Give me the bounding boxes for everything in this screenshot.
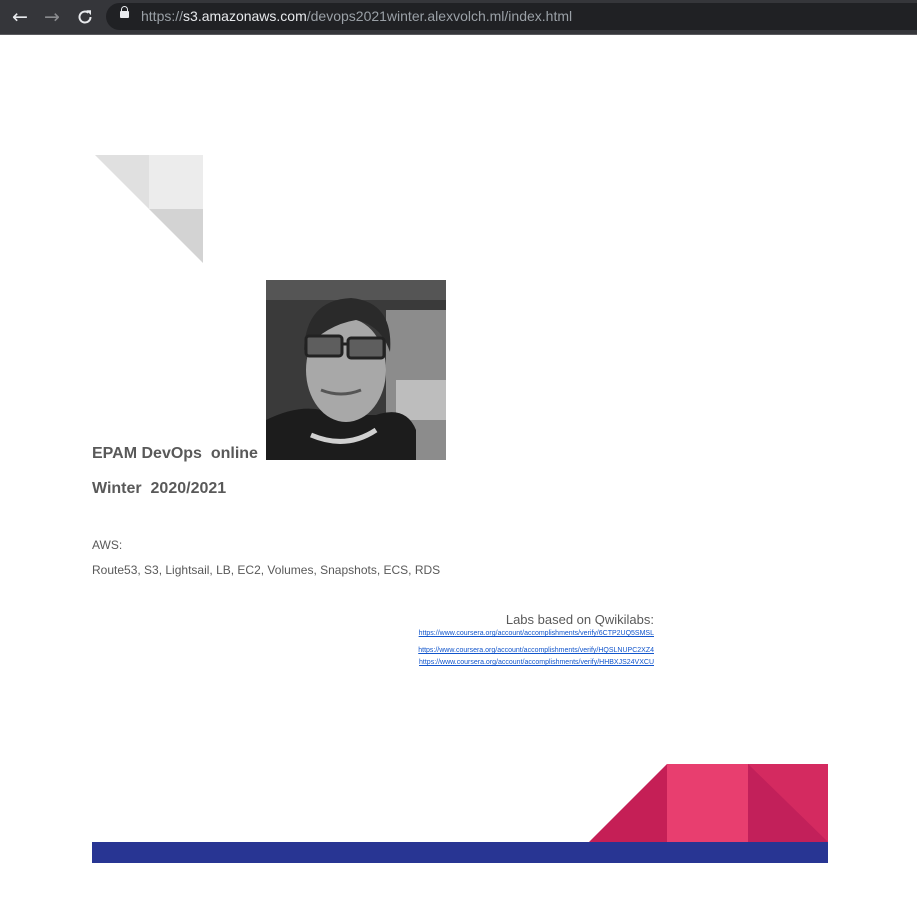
- page-subtitle: Winter 2020/2021: [92, 480, 227, 497]
- footer-bar: [92, 842, 828, 863]
- decorative-triangles-top-left: [95, 155, 203, 263]
- page-title: EPAM DevOps online: [92, 445, 258, 462]
- profile-photo: [266, 280, 446, 460]
- reload-button[interactable]: [75, 7, 95, 27]
- url-text[interactable]: https://s3.amazonaws.com/devops2021winte…: [141, 8, 572, 24]
- lab-link[interactable]: https://www.coursera.org/account/accompl…: [419, 630, 654, 637]
- arrow-right-icon: →: [44, 6, 60, 28]
- forward-button[interactable]: →: [42, 7, 62, 27]
- back-button[interactable]: ←: [10, 7, 30, 27]
- arrow-left-icon: ←: [12, 6, 28, 28]
- aws-services: Route53, S3, Lightsail, LB, EC2, Volumes…: [92, 563, 441, 577]
- browser-toolbar: ← → https://s3.amazonaws.com/devops2021w…: [0, 0, 917, 35]
- lock-icon: [120, 6, 129, 18]
- labs-title: Labs based on Qwikilabs:: [505, 612, 654, 627]
- address-bar[interactable]: https://s3.amazonaws.com/devops2021winte…: [106, 3, 917, 30]
- lab-link[interactable]: https://www.coursera.org/account/accompl…: [418, 647, 654, 654]
- aws-label: AWS:: [92, 538, 123, 552]
- url-host: s3.amazonaws.com: [183, 8, 307, 24]
- url-path: /devops2021winter.alexvolch.ml/index.htm…: [306, 8, 573, 24]
- decorative-shapes-bottom-right: [589, 764, 828, 842]
- reload-icon: [78, 10, 92, 24]
- url-scheme: https://: [141, 8, 184, 24]
- lab-link[interactable]: https://www.coursera.org/account/accompl…: [419, 659, 654, 666]
